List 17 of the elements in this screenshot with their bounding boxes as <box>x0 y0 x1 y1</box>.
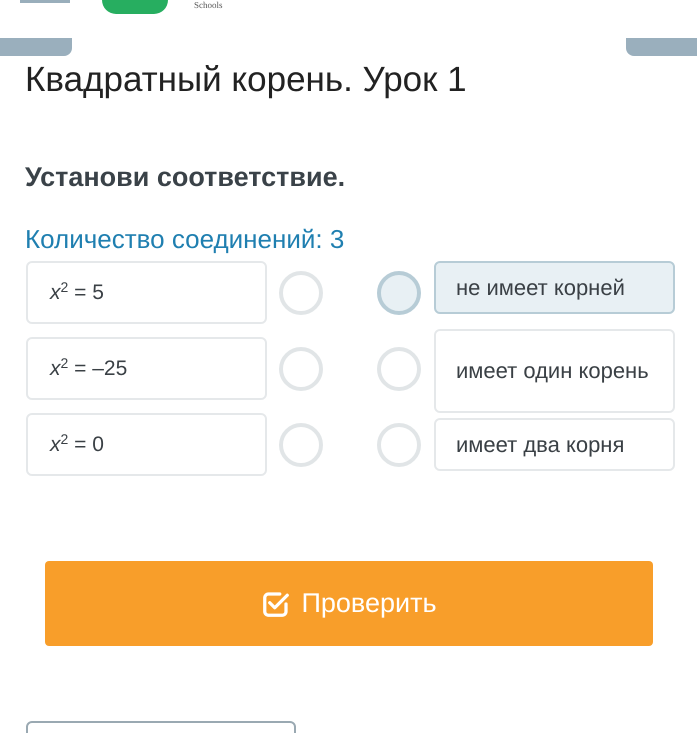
answer-card[interactable]: не имеет корней <box>434 261 675 314</box>
logo-caption: Schools <box>194 1 223 10</box>
task-text: Установи соответствие. <box>25 161 346 194</box>
equation-text: x$^{2}$ = 0 <box>50 430 104 458</box>
equation-card[interactable]: x$^{2}$ = 5 <box>26 261 267 324</box>
answer-card[interactable]: имеет один корень <box>434 329 675 413</box>
tab-shape <box>626 38 697 56</box>
lesson-title: Квадратный корень. Урок 1 <box>25 59 468 101</box>
tab-shape <box>0 38 72 56</box>
equation-text: x$^{2}$ = 5 <box>50 278 104 306</box>
logo-icon <box>102 0 168 14</box>
answer-card[interactable]: имеет два корня <box>434 418 675 471</box>
equation-card[interactable]: x$^{2}$ = –25 <box>26 337 267 400</box>
equation-text: x$^{2}$ = –25 <box>50 354 128 382</box>
equation-card[interactable]: x$^{2}$ = 0 <box>26 413 267 476</box>
menu-bar-icon[interactable] <box>20 0 70 3</box>
connections-count: Количество соединений: 3 <box>25 223 346 255</box>
